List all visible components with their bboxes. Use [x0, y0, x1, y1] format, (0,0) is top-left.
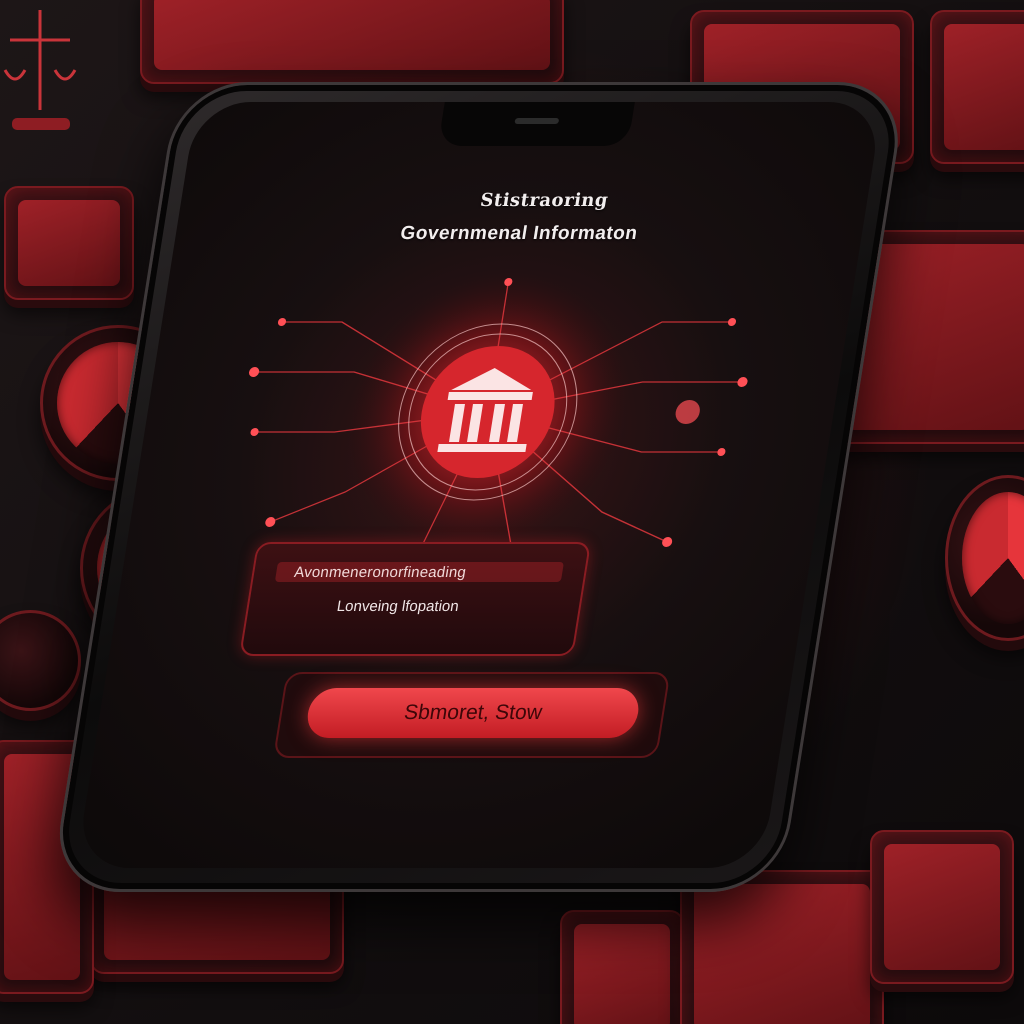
seal-icon [0, 610, 81, 711]
scene: Stistraoring Governmenal Informaton Avon… [0, 0, 1024, 1024]
pie-chart-icon [945, 475, 1024, 641]
submit-button-container: Sbmoret, Stow [272, 672, 671, 758]
smartphone: Stistraoring Governmenal Informaton Avon… [49, 82, 908, 892]
background-tile-padlock [560, 910, 684, 1024]
background-tile-smartphone [870, 830, 1014, 984]
background-tile-card [930, 10, 1024, 164]
app-title: Governmenal Informaton [398, 223, 640, 244]
app-screen: Stistraoring Governmenal Informaton Avon… [75, 102, 883, 868]
network-graphic [249, 272, 748, 578]
field-label: Avonmeneronorfineading [292, 564, 468, 581]
information-field[interactable]: Avonmeneronorfineading Lonveing lfopatio… [239, 542, 592, 656]
background-tile-grid [680, 870, 884, 1024]
submit-button[interactable]: Sbmoret, Stow [304, 688, 643, 738]
speaker-icon [514, 118, 560, 124]
app-header: Stistraoring Governmenal Informaton [174, 190, 869, 245]
phone-notch [437, 102, 635, 146]
background-tile-document [140, 0, 564, 84]
scales-of-justice-icon [3, 10, 77, 130]
app-heading-top: Stistraoring [478, 190, 610, 211]
background-tile-seal [4, 186, 134, 300]
field-value: Lonveing lfopation [335, 598, 461, 615]
